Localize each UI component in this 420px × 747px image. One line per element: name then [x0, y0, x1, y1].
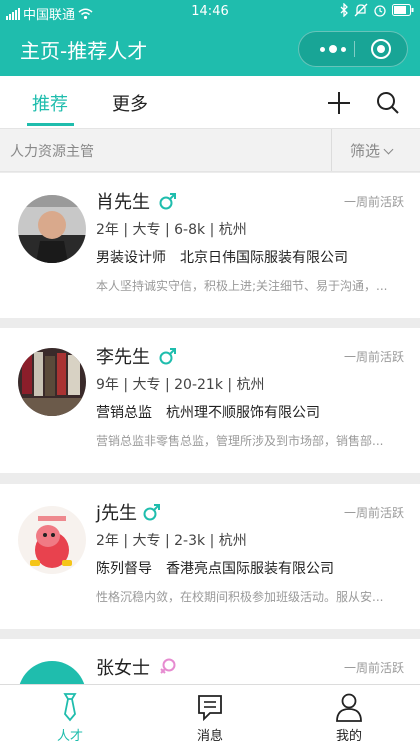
tab-messages[interactable]: 消息 [160, 685, 260, 747]
tie-icon [63, 693, 77, 722]
active-status: 一周前活跃 [343, 506, 404, 520]
more-menu-button[interactable] [313, 32, 353, 66]
capsule-divider [354, 41, 355, 57]
active-status: 一周前活跃 [343, 350, 404, 364]
candidate-name: 肖先生 [96, 192, 150, 213]
male-icon [159, 348, 176, 365]
status-bar: 中国联通 14:46 [0, 0, 420, 24]
tab-talent-label: 人才 [56, 729, 83, 744]
silent-bell-icon [354, 3, 368, 17]
close-button[interactable] [371, 39, 391, 59]
candidate-card[interactable]: 李先生 一周前活跃 9年 | 大专 | 20-21k | 杭州 营销总监 杭州理… [0, 328, 420, 473]
male-icon [143, 504, 160, 521]
candidate-name: 张女士 [96, 658, 150, 679]
mini-program-capsule [298, 31, 408, 67]
candidate-card[interactable]: 肖先生 一周前活跃 2年 | 大专 | 6-8k | 杭州 男装设计师 北京日伟… [0, 173, 420, 318]
candidate-description: 本人坚持诚实守信，积极上进;关注细节、易于沟通，... [96, 279, 388, 293]
tab-recommend[interactable]: 推荐 [32, 90, 68, 116]
filter-label: 筛选 [350, 142, 381, 160]
search-icon[interactable] [376, 91, 400, 115]
job-title: 陈列督导 [96, 561, 152, 577]
candidate-card[interactable]: 张女士 一周前活跃 [0, 639, 420, 684]
search-filter-bar: 人力资源主管 筛选 [0, 128, 420, 172]
avatar [18, 661, 86, 684]
tab-talent[interactable]: 人才 [20, 685, 120, 747]
candidate-description: 性格沉稳内敛，在校期间积极参加班级活动。服从安... [96, 590, 384, 604]
male-icon [159, 193, 176, 210]
female-icon [160, 658, 176, 674]
candidate-card[interactable]: j先生 一周前活跃 2年 | 大专 | 2-3k | 杭州 陈列督导 香港亮点国… [0, 484, 420, 629]
message-icon [198, 695, 222, 722]
candidate-name: j先生 [96, 503, 138, 524]
candidate-name: 李先生 [96, 347, 150, 368]
job-info: 营销总监 杭州理不顺服饰有限公司 [96, 402, 320, 422]
job-info: 陈列督导 香港亮点国际服装有限公司 [96, 558, 334, 578]
candidate-meta: 2年 | 大专 | 6-8k | 杭州 [96, 222, 247, 238]
top-tabs: 推荐 更多 [0, 76, 420, 128]
battery-icon [392, 4, 414, 16]
add-icon[interactable] [328, 92, 350, 114]
active-status: 一周前活跃 [343, 661, 404, 675]
candidate-description: 营销总监非零售总监，管理所涉及到市场部，销售部... [96, 434, 384, 448]
search-query[interactable]: 人力资源主管 [10, 141, 94, 161]
company-name: 香港亮点国际服装有限公司 [166, 561, 334, 577]
alarm-icon [374, 5, 386, 17]
active-tab-indicator [27, 123, 74, 126]
page-title: 主页-推荐人才 [20, 39, 148, 63]
avatar [18, 348, 86, 416]
company-name: 北京日伟国际服装有限公司 [180, 250, 348, 266]
job-title: 男装设计师 [96, 250, 166, 266]
tab-mine-label: 我的 [335, 729, 362, 744]
avatar [18, 506, 86, 574]
job-info: 男装设计师 北京日伟国际服装有限公司 [96, 247, 348, 267]
job-title: 营销总监 [96, 405, 152, 421]
tab-messages-label: 消息 [196, 729, 223, 744]
candidate-meta: 9年 | 大专 | 20-21k | 杭州 [96, 377, 265, 393]
chevron-down-icon [383, 144, 394, 155]
tab-mine[interactable]: 我的 [299, 685, 399, 747]
bottom-tab-bar: 人才 消息 我的 [0, 684, 420, 747]
avatar [18, 195, 86, 263]
user-icon [336, 693, 362, 722]
filter-button[interactable]: 筛选 [350, 140, 394, 161]
system-icons [339, 3, 414, 17]
company-name: 杭州理不顺服饰有限公司 [166, 405, 320, 421]
tab-more[interactable]: 更多 [112, 90, 148, 116]
filter-divider [331, 129, 332, 171]
navigation-bar: 主页-推荐人才 [0, 24, 420, 76]
active-status: 一周前活跃 [343, 195, 404, 209]
candidate-meta: 2年 | 大专 | 2-3k | 杭州 [96, 533, 247, 549]
bluetooth-icon [340, 3, 348, 17]
